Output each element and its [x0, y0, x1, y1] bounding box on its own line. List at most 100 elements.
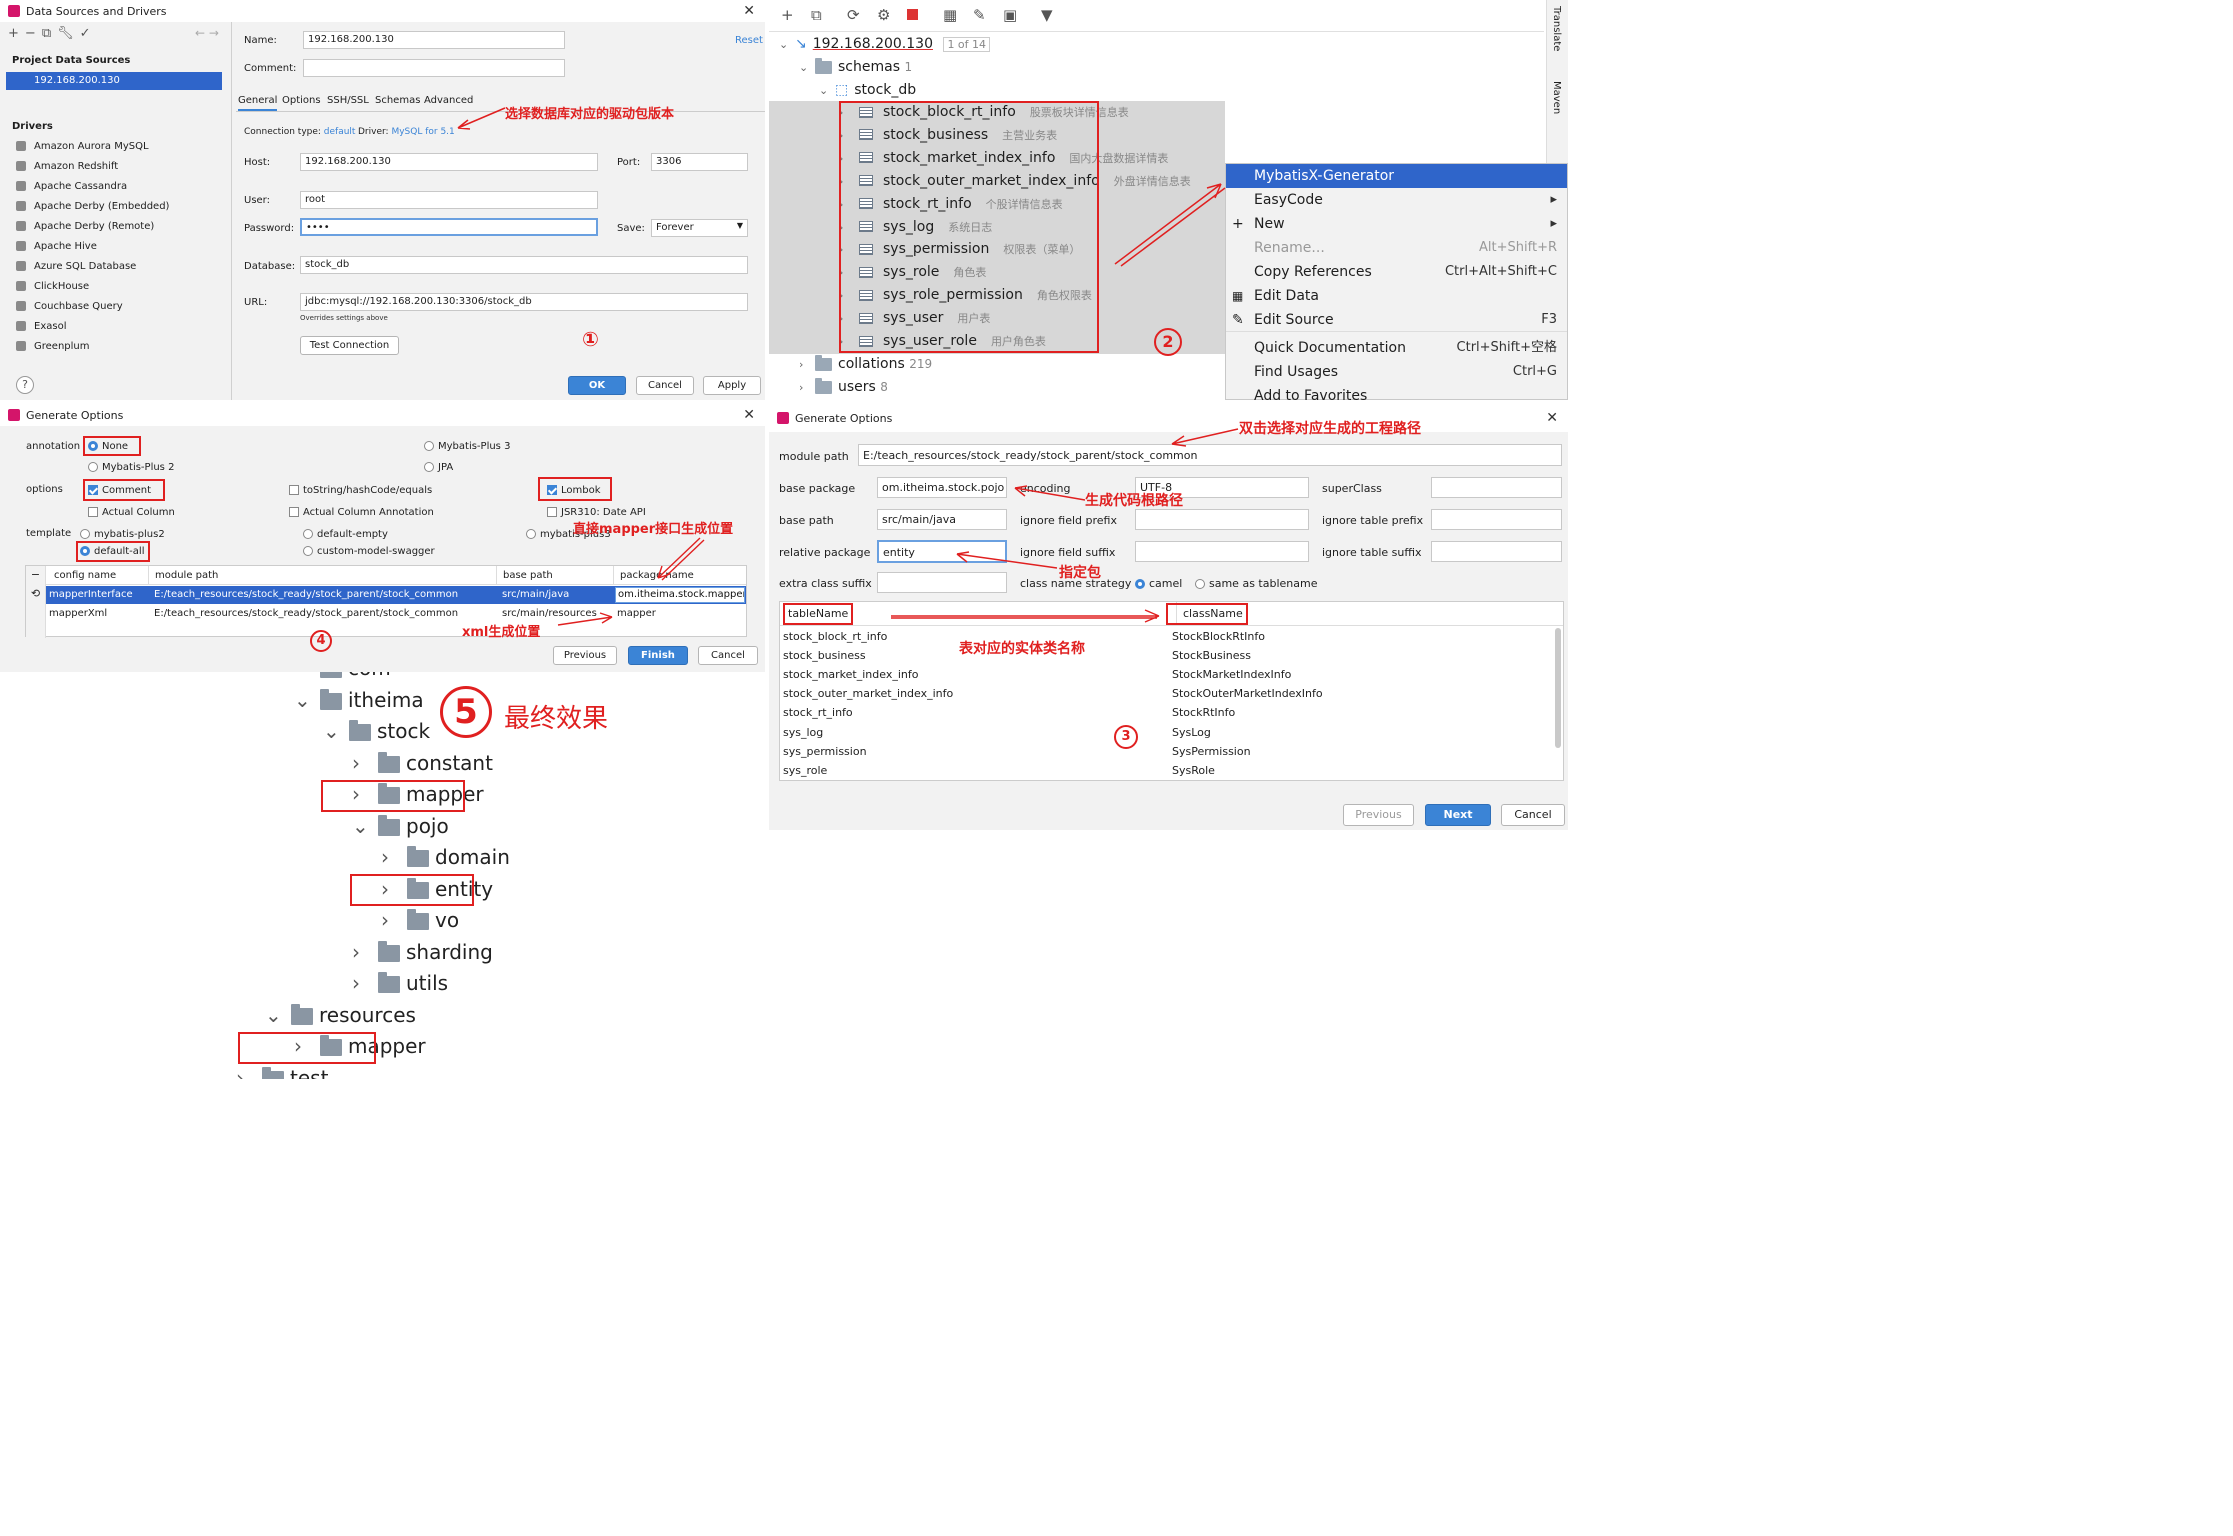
url-field[interactable]: jdbc:mysql://192.168.200.130:3306/stock_…: [300, 293, 748, 311]
menu-edit-data[interactable]: ▦ Edit Data: [1226, 284, 1567, 308]
ignore-table-prefix-field[interactable]: [1431, 509, 1562, 530]
ignore-field-suffix-field[interactable]: [1135, 541, 1309, 562]
host-field[interactable]: 192.168.200.130: [300, 153, 598, 171]
console-icon[interactable]: ▣: [1003, 6, 1017, 24]
finish-button[interactable]: Finish: [628, 646, 688, 665]
previous-button[interactable]: Previous: [1343, 804, 1414, 826]
filter-icon[interactable]: ▼: [1041, 6, 1053, 24]
driver-item[interactable]: Apache Hive: [16, 241, 97, 252]
table-row[interactable]: sys_permission SysPermission: [780, 743, 1553, 762]
conn-type-link[interactable]: default: [324, 127, 356, 137]
table-icon[interactable]: ▦: [943, 6, 957, 24]
cancel-button[interactable]: Cancel: [1501, 804, 1565, 826]
package-name-editor[interactable]: om.itheima.stock.mapper: [615, 587, 745, 603]
menu-rename[interactable]: Rename... Alt+Shift+R: [1226, 236, 1567, 260]
tree-node[interactable]: ⌄ itheima: [294, 688, 424, 712]
ignore-field-prefix-field[interactable]: [1135, 509, 1309, 530]
table-row[interactable]: stock_block_rt_info StockBlockRtInfo: [780, 628, 1553, 647]
driver-item[interactable]: ClickHouse: [16, 281, 89, 292]
database-field[interactable]: stock_db: [300, 256, 748, 274]
checkbox-actual-column[interactable]: Actual Column: [88, 507, 175, 518]
tree-node[interactable]: ⌄ resources: [265, 1003, 416, 1027]
tree-node[interactable]: ⌄ pojo: [352, 814, 449, 838]
previous-button[interactable]: Previous: [553, 646, 617, 665]
checkbox-tostring[interactable]: toString/hashCode/equals: [289, 485, 432, 496]
ok-button[interactable]: OK: [568, 376, 626, 395]
radio-tpl-default-empty[interactable]: default-empty: [303, 529, 388, 540]
name-field[interactable]: 192.168.200.130: [303, 31, 565, 49]
superclass-field[interactable]: [1431, 477, 1562, 498]
radio-tpl-custom-swagger[interactable]: custom-model-swagger: [303, 546, 435, 557]
password-field[interactable]: ••••: [300, 218, 598, 236]
maven-tab[interactable]: Maven: [1551, 81, 1562, 114]
menu-edit-source[interactable]: ✎ Edit Source F3: [1226, 308, 1567, 332]
remove-row-icon[interactable]: −: [26, 568, 45, 581]
radio-mybatis-plus3[interactable]: Mybatis-Plus 3: [424, 441, 510, 452]
edit-icon[interactable]: ✎: [973, 6, 986, 24]
base-path-field[interactable]: src/main/java: [877, 509, 1007, 530]
table-row[interactable]: stock_outer_market_index_info StockOuterM…: [780, 685, 1553, 704]
port-field[interactable]: 3306: [651, 153, 748, 171]
menu-add-to-favorites[interactable]: Add to Favorites: [1226, 384, 1567, 400]
next-button[interactable]: Next: [1425, 804, 1491, 826]
close-icon[interactable]: ✕: [1546, 410, 1558, 426]
remove-icon[interactable]: −: [25, 26, 42, 41]
comment-field[interactable]: [303, 59, 565, 77]
radio-camel[interactable]: camel: [1135, 577, 1182, 590]
tree-node[interactable]: › test: [236, 1066, 328, 1079]
driver-link[interactable]: MySQL for 5.1: [391, 127, 454, 137]
table-row[interactable]: stock_rt_info StockRtInfo: [780, 704, 1553, 723]
driver-item[interactable]: Apache Derby (Embedded): [16, 201, 169, 212]
table-row[interactable]: sys_role SysRole: [780, 762, 1553, 781]
tree-node[interactable]: › constant: [352, 751, 493, 775]
add-icon[interactable]: +: [8, 26, 25, 41]
tab-general[interactable]: General: [238, 95, 278, 111]
apply-button[interactable]: Apply: [703, 376, 761, 395]
refresh-icon[interactable]: ⟳: [847, 6, 860, 24]
sync-icon[interactable]: ⚙︎: [877, 6, 890, 24]
driver-item[interactable]: Apache Cassandra: [16, 181, 127, 192]
table-row[interactable]: stock_market_index_info StockMarketIndexI…: [780, 666, 1553, 685]
menu-easycode[interactable]: EasyCode ▸: [1226, 188, 1567, 212]
tree-node[interactable]: › vo: [381, 908, 459, 932]
driver-item[interactable]: Amazon Redshift: [16, 161, 118, 172]
cancel-button[interactable]: Cancel: [636, 376, 694, 395]
stop-icon[interactable]: [907, 9, 918, 20]
user-field[interactable]: root: [300, 191, 598, 209]
menu-copy-references[interactable]: Copy References Ctrl+Alt+Shift+C: [1226, 260, 1567, 284]
driver-item[interactable]: Exasol: [16, 321, 66, 332]
tree-node[interactable]: com: [294, 672, 391, 680]
table-row[interactable]: sys_log SysLog: [780, 724, 1553, 743]
tree-node[interactable]: › utils: [352, 971, 448, 995]
menu-quick-documentation[interactable]: Quick Documentation Ctrl+Shift+空格: [1226, 336, 1567, 360]
help-icon[interactable]: ?: [16, 376, 34, 394]
driver-item[interactable]: Amazon Aurora MySQL: [16, 141, 149, 152]
table-row[interactable]: stock_business StockBusiness: [780, 647, 1553, 666]
checkbox-actual-column-annotation[interactable]: Actual Column Annotation: [289, 507, 434, 518]
menu-find-usages[interactable]: Find Usages Ctrl+G: [1226, 360, 1567, 384]
translate-tab[interactable]: Translate: [1551, 6, 1562, 51]
driver-item[interactable]: Azure SQL Database: [16, 261, 136, 272]
copy-icon[interactable]: ⧉: [811, 6, 822, 24]
ignore-table-suffix-field[interactable]: [1431, 541, 1562, 562]
menu-mybatisx-generator[interactable]: MybatisX-Generator: [1226, 164, 1567, 188]
tab-options[interactable]: Options: [282, 95, 321, 106]
radio-same-as-tablename[interactable]: same as tablename: [1195, 577, 1317, 590]
cancel-button[interactable]: Cancel: [698, 646, 758, 665]
reset-link[interactable]: Reset: [735, 35, 763, 46]
collations-node[interactable]: › collations 219: [799, 354, 932, 372]
add-icon[interactable]: +: [781, 6, 794, 24]
table-row[interactable]: mapperXml E:/teach_resources/stock_ready…: [46, 605, 746, 623]
tree-node[interactable]: ⌄ stock: [323, 719, 430, 743]
tree-node[interactable]: › domain: [381, 845, 510, 869]
check-icon[interactable]: ✓: [80, 26, 97, 41]
radio-tpl-mybatis-plus2[interactable]: mybatis-plus2: [80, 529, 165, 540]
wrench-icon[interactable]: 🔧︎: [57, 26, 80, 41]
tree-node[interactable]: › sharding: [352, 940, 493, 964]
driver-item[interactable]: Couchbase Query: [16, 301, 123, 312]
base-package-field[interactable]: om.itheima.stock.pojo: [877, 477, 1007, 498]
nav-arrows[interactable]: ← →: [195, 26, 219, 40]
schema-count-badge[interactable]: 1 of 14: [943, 37, 991, 52]
stock-db-node[interactable]: ⌄ ⬚ stock_db: [819, 82, 916, 98]
copy-icon[interactable]: ⧉: [42, 26, 57, 41]
